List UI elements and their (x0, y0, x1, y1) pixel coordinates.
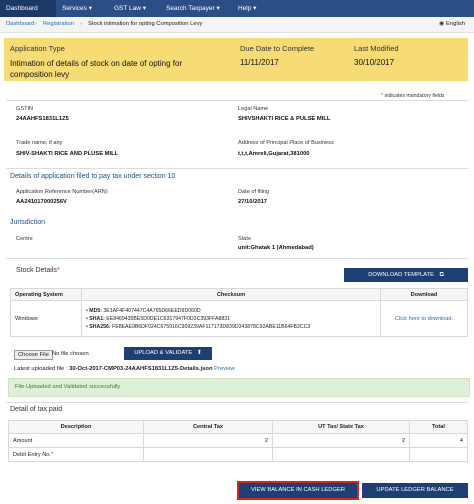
total-amount: 4 (409, 433, 468, 448)
nav-gst-law[interactable]: GST Law ▾ (108, 0, 158, 17)
breadcrumb-current: Stock intimation for opting Composition … (88, 21, 203, 27)
breadcrumb-registration[interactable]: Registration (43, 17, 74, 32)
filing-date-label: Date of filing (238, 189, 270, 195)
filing-section-title: Details of application filed to pay tax … (10, 173, 176, 180)
upload-icon: ⬆ (196, 350, 202, 356)
download-template-button[interactable]: DOWNLOAD TEMPLATE ⧉ (344, 268, 468, 282)
last-modified-label: Last Modified (354, 44, 399, 53)
divider (6, 402, 468, 403)
due-date-label: Due Date to Complete (240, 44, 315, 53)
top-nav: Dashboard Services ▾ GST Law ▾ Search Ta… (0, 0, 474, 17)
arn-value: AA241017000256V (16, 199, 67, 205)
centre-label: Centre (16, 236, 33, 242)
legal-name-label: Legal Name (238, 106, 269, 112)
checksum-table: Operating System Checksum Download Windo… (10, 288, 468, 337)
nav-dashboard[interactable]: Dashboard (0, 0, 56, 17)
breadcrumb-dashboard[interactable]: Dashboard (6, 17, 34, 32)
required-asterisk-icon: * (56, 267, 60, 274)
filing-date-value: 27/10/2017 (238, 199, 268, 205)
trade-name-label: Trade name, if any (16, 140, 63, 146)
application-header: Application Type Intimation of details o… (4, 38, 468, 81)
nav-help[interactable]: Help ▾ (232, 0, 274, 17)
os-cell: Windows (10, 300, 82, 337)
column-header: UT Tax/ State Tax (272, 420, 410, 434)
breadcrumb-separator: › (80, 21, 82, 27)
preview-link[interactable]: Preview (214, 366, 235, 372)
state-label: State (238, 236, 252, 242)
state-debit-entry (272, 447, 410, 462)
checksum-sha256: • SHA256: FE8EAE9B6DF024C675916C909239AF… (86, 323, 311, 330)
last-modified-value: 30/10/2017 (354, 58, 395, 67)
no-file-text: No file chosen (52, 351, 89, 357)
column-header: Operating System (10, 288, 82, 301)
gstin-value: 24AAHFS1831L1Z5 (16, 116, 69, 122)
central-debit-entry (143, 447, 273, 462)
divider (6, 258, 468, 259)
column-header: Checksum (81, 288, 381, 301)
breadcrumb: Dashboard › Registration › Stock intimat… (0, 17, 474, 33)
table-row: Amount 2 2 4 (8, 433, 468, 448)
total-debit-entry (409, 447, 468, 462)
table-row: Debit Entry No.* (8, 447, 468, 462)
address-value: t,t,t,Amreli,Gujarat,381000 (238, 151, 310, 157)
arn-label: Application Reference Number(ARN) (16, 189, 108, 195)
divider (6, 168, 468, 169)
application-type-value: Intimation of details of stock on date o… (10, 59, 183, 79)
latest-upload-line: Latest uploaded file : 30-Oct-2017-CMP03… (14, 366, 235, 372)
jurisdiction-section-title: Jurisdiction (10, 219, 46, 226)
required-asterisk-icon: * (381, 93, 384, 99)
debit-entry-label: Debit Entry No.* (8, 447, 144, 462)
external-link-icon: ⧉ (439, 272, 444, 278)
download-link[interactable]: Click here to download. (380, 300, 468, 337)
language-selector[interactable]: English (446, 17, 465, 32)
tax-paid-title: Detail of tax paid (10, 406, 63, 413)
column-header: Description (8, 420, 144, 434)
application-type-label: Application Type (10, 44, 65, 53)
column-header: Central Tax (143, 420, 273, 434)
trade-name-value: SHIV-SHAKTI RICE AND PLUSE MILL (16, 151, 119, 157)
breadcrumb-separator: › (35, 21, 37, 27)
state-value: unit:Ghatak 1 (Ahmedabad) (238, 245, 314, 251)
upload-validate-button[interactable]: UPLOAD & VALIDATE ⬆ (124, 347, 212, 360)
state-tax-amount: 2 (272, 433, 410, 448)
nav-services[interactable]: Services ▾ (56, 0, 106, 17)
column-header: Download (380, 288, 468, 301)
tax-table: Description Central Tax UT Tax/ State Ta… (8, 420, 468, 462)
stock-details-title: Stock Details* (16, 267, 60, 274)
latest-file-name: 30-Oct-2017-CMP03-24AAHFS1831L1Z5-Detail… (69, 366, 213, 372)
checksum-sha1: • SHA1: EE8469435BE5D0DE1C6317947F0D3C39… (86, 315, 231, 322)
nav-search-taxpayer[interactable]: Search Taxpayer ▾ (160, 0, 232, 17)
amount-label: Amount (8, 433, 144, 448)
update-ledger-balance-button[interactable]: UPDATE LEDGER BALANCE (362, 483, 468, 498)
due-date-value: 11/11/2017 (240, 58, 279, 67)
column-header: Total (409, 420, 468, 434)
view-balance-cash-ledger-button[interactable]: VIEW BALANCE IN CASH LEDGER (237, 481, 359, 500)
choose-file-button[interactable]: Choose File (14, 350, 53, 360)
gstin-label: GSTIN (16, 106, 34, 112)
checksum-md5: • MD5: 3E1AF4F407447C4A765D66EED9D060D (86, 307, 201, 314)
table-row: Windows • MD5: 3E1AF4F407447C4A765D66EED… (10, 300, 468, 337)
central-tax-amount: 2 (143, 433, 273, 448)
globe-icon: ◉ (439, 21, 445, 27)
checksum-cell: • MD5: 3E1AF4F407447C4A765D66EED9D060D •… (81, 300, 381, 337)
success-alert: File Uploaded and Validated successfully (8, 378, 470, 397)
legal-name-value: SHIVSHAKTI RICE & PULSE MILL (238, 116, 331, 122)
mandatory-note: * indicates mandatory fields (381, 93, 445, 99)
address-label: Address of Principal Place of Business (238, 140, 334, 146)
required-asterisk-icon: * (50, 451, 54, 458)
divider (6, 100, 468, 101)
success-message: File Uploaded and Validated successfully (15, 384, 121, 390)
